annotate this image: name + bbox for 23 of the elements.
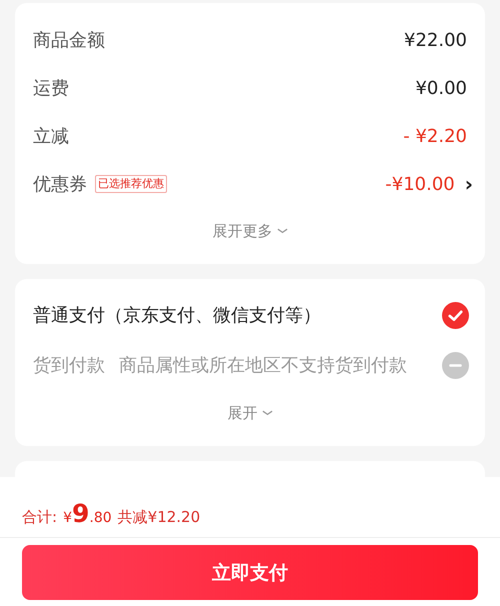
row-amount: -¥10.00 xyxy=(385,174,455,194)
total-integer: 9 xyxy=(72,499,90,528)
unavailable-note: 商品属性或所在地区不支持货到付款 xyxy=(119,354,407,377)
payment-method-label[interactable]: 普通支付（京东支付、微信支付等） xyxy=(33,303,321,327)
total-label: 合计: xyxy=(22,508,58,527)
row-label: 立减 xyxy=(33,125,69,148)
check-icon[interactable] xyxy=(442,302,469,328)
chevron-icon[interactable]: › xyxy=(464,172,473,196)
row-amount: ¥22.00 xyxy=(404,30,467,50)
currency-sign: ¥ xyxy=(63,510,72,526)
caret-icon xyxy=(262,410,272,416)
expand-link[interactable]: 展开 xyxy=(228,404,272,422)
expand-more-link[interactable]: 展开更多 xyxy=(212,222,288,240)
row-amount: - ¥2.20 xyxy=(403,126,467,146)
row-amount: ¥0.00 xyxy=(415,78,467,98)
caret-icon xyxy=(276,228,288,234)
row-label: 商品金额 xyxy=(33,29,105,52)
row-label: 运费 xyxy=(33,77,69,100)
total-decimal: .80 xyxy=(89,510,112,526)
row-label: 优惠券 xyxy=(33,173,87,196)
saving-amount: 共减¥12.20 xyxy=(118,508,200,527)
pay-now-button[interactable]: 立即支付 xyxy=(22,545,478,600)
recommend-tag: 已选推荐优惠 xyxy=(95,175,167,193)
